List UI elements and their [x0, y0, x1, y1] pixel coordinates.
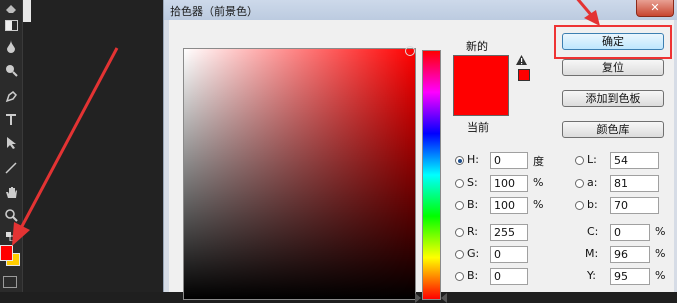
color-picker-dialog: 拾色器（前景色） ✕ 新的 当前 确定 复位 添加到色板 颜色库 H: 0 度 …: [163, 0, 677, 303]
green-label: G:: [467, 247, 480, 260]
close-icon: ✕: [650, 1, 660, 14]
a-channel-field[interactable]: 81: [610, 175, 659, 192]
lightness-label: L:: [587, 153, 597, 166]
yellow-unit: %: [655, 269, 666, 282]
radio-b[interactable]: [575, 201, 584, 210]
b-channel-label: b:: [587, 198, 598, 211]
saturation-brightness-field[interactable]: [183, 48, 416, 300]
radio-red[interactable]: [455, 228, 464, 237]
hue-slider-handle-left[interactable]: [415, 293, 421, 303]
hue-field[interactable]: 0: [490, 152, 528, 169]
cyan-label: C:: [587, 225, 599, 238]
yellow-field[interactable]: 95: [610, 268, 650, 285]
annotation-arrow-top: [576, 0, 600, 26]
gamut-correction-swatch[interactable]: [518, 69, 530, 81]
annotation-arrow-left: [12, 47, 119, 246]
blue-label: B:: [467, 269, 479, 282]
saturation-field[interactable]: 100: [490, 175, 528, 192]
saturation-unit: %: [533, 176, 544, 189]
cyan-field[interactable]: 0: [610, 224, 650, 241]
new-color-swatch: [453, 55, 509, 86]
brightness-label: B:: [467, 198, 479, 211]
radio-green[interactable]: [455, 250, 464, 259]
green-field[interactable]: 0: [490, 246, 528, 263]
dialog-body: 新的 当前 确定 复位 添加到色板 颜色库 H: 0 度 S: 100 % B:…: [169, 20, 674, 303]
current-color-swatch[interactable]: [453, 85, 509, 116]
red-field[interactable]: 255: [490, 224, 528, 241]
close-button[interactable]: ✕: [636, 0, 674, 17]
yellow-label: Y:: [587, 269, 596, 282]
radio-brightness[interactable]: [455, 201, 464, 210]
hue-slider[interactable]: [422, 50, 441, 300]
a-channel-label: a:: [587, 176, 598, 189]
reset-button[interactable]: 复位: [562, 59, 664, 76]
brightness-unit: %: [533, 198, 544, 211]
add-to-swatches-button[interactable]: 添加到色板: [562, 90, 664, 107]
hue-slider-handle-right[interactable]: [441, 293, 447, 303]
radio-hue[interactable]: [455, 156, 464, 165]
new-color-label: 新的: [466, 40, 488, 53]
saturation-label: S:: [467, 176, 478, 189]
brightness-field[interactable]: 100: [490, 197, 528, 214]
lightness-field[interactable]: 54: [610, 152, 659, 169]
magenta-label: M:: [585, 247, 599, 260]
b-channel-field[interactable]: 70: [610, 197, 659, 214]
dialog-title: 拾色器（前景色）: [170, 5, 258, 18]
radio-saturation[interactable]: [455, 179, 464, 188]
cyan-unit: %: [655, 225, 666, 238]
out-of-gamut-warning-icon[interactable]: [516, 55, 527, 65]
magenta-unit: %: [655, 247, 666, 260]
magenta-field[interactable]: 96: [610, 246, 650, 263]
radio-blue[interactable]: [455, 272, 464, 281]
red-label: R:: [467, 225, 479, 238]
color-libraries-button[interactable]: 颜色库: [562, 121, 664, 138]
current-color-label: 当前: [467, 121, 489, 134]
ok-button[interactable]: 确定: [562, 33, 664, 50]
color-field-cursor[interactable]: [405, 46, 415, 56]
hue-label: H:: [467, 153, 479, 166]
blue-field[interactable]: 0: [490, 268, 528, 285]
radio-a[interactable]: [575, 179, 584, 188]
hue-unit: 度: [533, 155, 544, 168]
radio-lightness[interactable]: [575, 156, 584, 165]
